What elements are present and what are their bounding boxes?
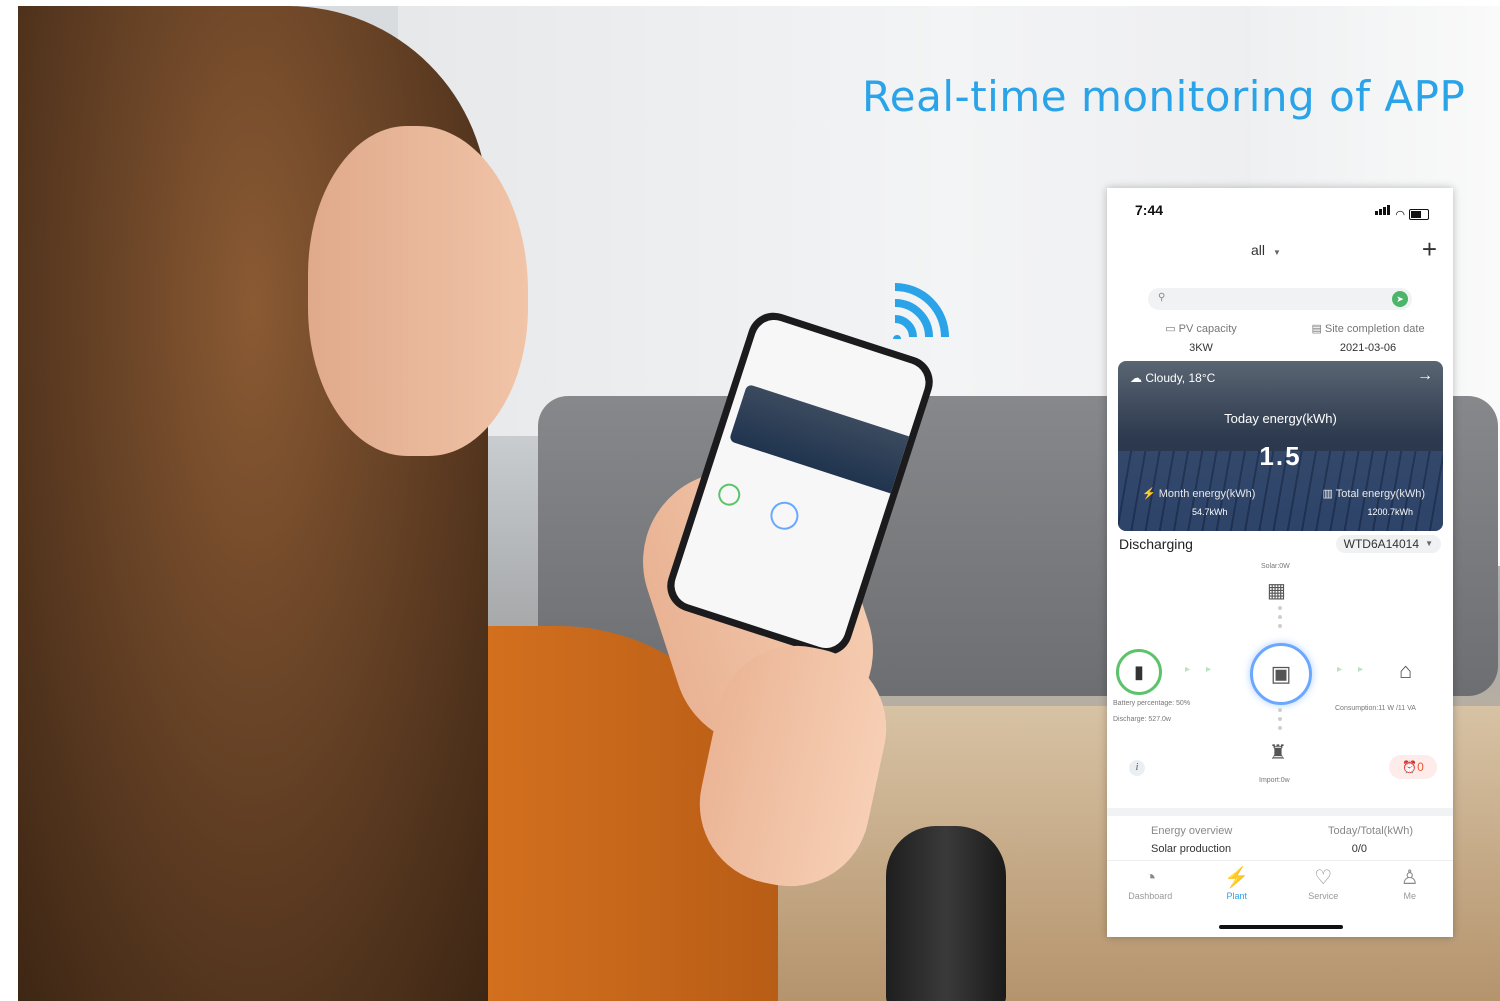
plus-icon[interactable]: + xyxy=(1422,234,1437,265)
today-energy-label: Today energy(kWh) xyxy=(1224,411,1337,426)
inverter-icon[interactable]: ▣ xyxy=(1250,643,1312,705)
signal-icon xyxy=(1375,202,1391,220)
month-energy-value: 54.7kWh xyxy=(1192,507,1228,517)
nav-me-label: Me xyxy=(1403,891,1416,901)
nav-plant-label: Plant xyxy=(1226,891,1247,901)
system-status: Discharging xyxy=(1119,536,1193,552)
bottom-nav: ◔ Dashboard ⚡ Plant ♡ Service ♙ Me xyxy=(1107,860,1453,913)
solar-production-label: Solar production xyxy=(1151,843,1232,855)
handheld-battery-ring xyxy=(715,480,744,509)
solar-panel-icon: ▦ xyxy=(1267,580,1286,602)
section-divider xyxy=(1107,808,1453,816)
month-energy-label: ⚡ Month energy(kWh) xyxy=(1142,487,1255,500)
pv-capacity: ▭ PV capacity 3KW xyxy=(1151,322,1251,354)
site-selector[interactable]: all ▼ xyxy=(1251,242,1281,258)
chevron-down-icon: ▼ xyxy=(1273,248,1281,257)
pv-capacity-value: 3KW xyxy=(1189,342,1213,354)
battery-flow-arrows: ▸▸ xyxy=(1185,664,1228,675)
alarm-icon: ⏰ xyxy=(1402,760,1418,774)
app-screenshot: 7:44 ◠ all ▼ + ⚲ ➤ ▭ PV capacity 3KW ▤ Si… xyxy=(1107,188,1453,937)
person-face xyxy=(308,126,528,456)
today-energy-value: 1.5 xyxy=(1259,441,1302,471)
nav-plant[interactable]: ⚡ Plant xyxy=(1194,861,1281,913)
nav-me[interactable]: ♙ Me xyxy=(1367,861,1454,913)
cloud-icon: ☁ xyxy=(1130,371,1146,385)
alarm-badge[interactable]: ⏰0 xyxy=(1389,755,1437,779)
pin-icon: ⚲ xyxy=(1158,292,1166,303)
status-bar: 7:44 ◠ xyxy=(1107,188,1453,228)
building-icon: ▤ xyxy=(1311,323,1325,335)
nav-dashboard[interactable]: ◔ Dashboard xyxy=(1107,861,1194,913)
pv-capacity-label: PV capacity xyxy=(1178,323,1237,335)
month-energy-icon: ⚡ xyxy=(1142,488,1159,500)
nav-dashboard-label: Dashboard xyxy=(1128,891,1173,901)
top-bar: all ▼ + xyxy=(1107,232,1453,268)
pv-icon: ▭ xyxy=(1165,323,1179,335)
dashboard-icon: ◔ xyxy=(1144,867,1157,889)
speaker xyxy=(886,826,1006,1001)
total-energy-label-text: Total energy(kWh) xyxy=(1335,488,1425,500)
service-icon: ♡ xyxy=(1314,867,1333,889)
user-icon: ♙ xyxy=(1400,867,1419,889)
chevron-down-icon: ▼ xyxy=(1425,539,1433,548)
navigate-icon[interactable]: ➤ xyxy=(1392,291,1408,307)
status-time: 7:44 xyxy=(1135,202,1164,218)
alarm-count: 0 xyxy=(1417,760,1424,774)
today-total-label: Today/Total(kWh) xyxy=(1328,825,1413,837)
handheld-center-ring xyxy=(766,498,803,534)
info-icon[interactable]: i xyxy=(1129,760,1145,776)
import-value: Import:0w xyxy=(1259,777,1290,784)
solar-flow-dots xyxy=(1278,606,1282,633)
battery-status-icon xyxy=(1409,209,1429,220)
month-energy-label-text: Month energy(kWh) xyxy=(1158,488,1256,500)
device-selector[interactable]: WTD6A14014 ▼ xyxy=(1335,535,1441,553)
grid-tower-icon[interactable]: ♜ xyxy=(1269,740,1287,765)
status-icons: ◠ xyxy=(1375,202,1429,221)
site-completion: ▤ Site completion date 2021-03-06 xyxy=(1303,322,1433,354)
total-energy-label: ▥ Total energy(kWh) xyxy=(1322,487,1425,500)
home-indicator xyxy=(1219,925,1343,929)
wifi-status-icon: ◠ xyxy=(1395,209,1405,221)
wifi-icon xyxy=(893,283,949,339)
weather-text: ☁ Cloudy, 18°C xyxy=(1130,371,1215,385)
battery-percentage: Battery percentage: 50% xyxy=(1113,700,1191,707)
weather-value: Cloudy, 18°C xyxy=(1145,371,1216,385)
nav-service-label: Service xyxy=(1308,891,1339,901)
headline: Real-time monitoring of APP xyxy=(862,72,1466,121)
total-energy-icon: ▥ xyxy=(1322,488,1336,500)
battery-icon[interactable]: ▮ xyxy=(1116,649,1162,695)
home-icon[interactable]: ⌂ xyxy=(1399,658,1412,684)
solar-power-label: Solar:0W xyxy=(1261,563,1290,570)
arrow-right-icon[interactable]: → xyxy=(1417,367,1433,385)
site-selector-label: all xyxy=(1251,242,1266,258)
site-completion-label: Site completion date xyxy=(1324,323,1425,335)
grid-flow-dots xyxy=(1278,708,1282,735)
today-total-value: 0/0 xyxy=(1351,843,1367,855)
search-input[interactable]: ⚲ ➤ xyxy=(1148,288,1412,310)
energy-overview-label: Energy overview xyxy=(1151,825,1233,837)
consumption-flow-arrows: ▸▸ xyxy=(1337,664,1380,675)
device-selector-label: WTD6A14014 xyxy=(1343,537,1419,551)
consumption-value: Consumption:11 W /11 VA xyxy=(1335,705,1416,712)
battery-discharge: Discharge: 527.0w xyxy=(1113,716,1171,723)
nav-service[interactable]: ♡ Service xyxy=(1280,861,1367,913)
site-completion-value: 2021-03-06 xyxy=(1339,342,1397,354)
total-energy-value: 1200.7kWh xyxy=(1367,507,1413,517)
energy-hero-card[interactable]: ☁ Cloudy, 18°C → Today energy(kWh) 1.5 ⚡… xyxy=(1118,361,1443,531)
plant-icon: ⚡ xyxy=(1224,867,1250,889)
